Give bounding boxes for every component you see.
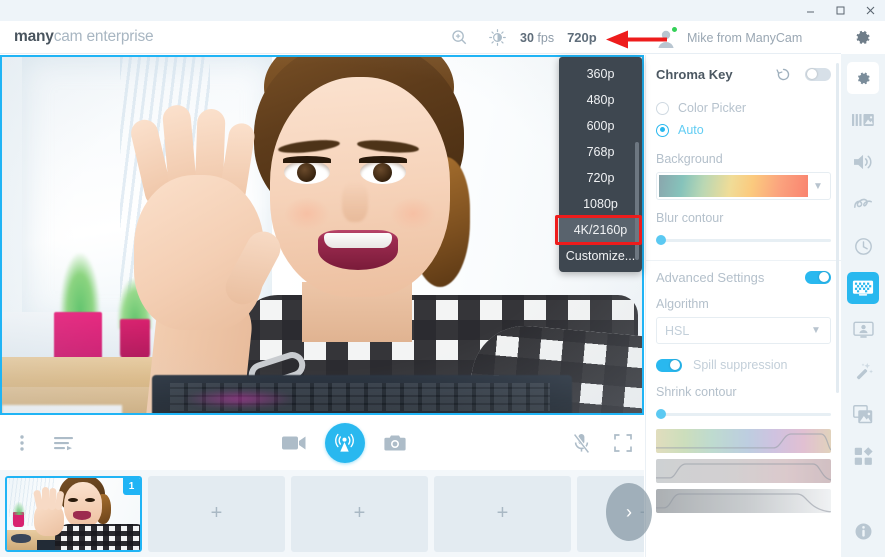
resolution-option-customize[interactable]: Customize... [559,243,642,269]
sidebar-item-draw[interactable] [847,188,879,220]
annotation-arrow [606,30,667,49]
sidebar-item-info[interactable] [847,515,879,547]
sidebar-item-presenter[interactable] [847,314,879,346]
sidebar-item-effects[interactable] [847,356,879,388]
slider-knob[interactable] [656,235,666,245]
algorithm-value: HSL [665,323,690,338]
fps-indicator[interactable]: 30 fps [516,31,558,45]
user-account[interactable]: Mike from ManyCam [655,21,802,54]
app-logo: manycam enterprise [14,28,154,46]
brightness-icon[interactable] [478,21,516,54]
close-button[interactable] [855,0,885,21]
blur-contour-slider[interactable] [656,231,831,249]
more-vertical-icon[interactable] [0,435,43,451]
video-preview[interactable] [0,55,644,415]
background-selector[interactable]: ▼ [656,172,831,200]
resolution-option-480p[interactable]: 480p [559,87,642,113]
sidebar-item-images[interactable] [847,398,879,430]
broadcast-icon[interactable] [324,423,365,463]
mode-option-color-picker[interactable]: Color Picker [656,97,831,119]
microphone-muted-icon[interactable] [560,433,603,453]
spill-suppression-row: Spill suppression [656,350,831,380]
preset-thumbnail-strip[interactable]: 1 + + + + [0,470,644,557]
manycam-window: manycam enterprise 30 fps 720p Mike from… [0,0,885,557]
advanced-settings-row: Advanced Settings [656,261,831,293]
add-preset-slot[interactable]: + [434,475,571,552]
shrink-contour-label: Shrink contour [656,385,737,399]
header-toolbar: 30 fps 720p [440,21,597,54]
shrink-contour-slider[interactable] [656,405,831,423]
spill-suppression-toggle[interactable] [656,358,682,372]
video-camera-icon[interactable] [272,435,315,451]
chevron-down-icon[interactable]: ▼ [808,181,828,192]
hue-range-curve[interactable] [656,429,831,453]
panel-scrollbar[interactable] [836,63,839,393]
add-preset-slot[interactable]: + [148,475,285,552]
radio-color-picker[interactable] [656,101,669,115]
sidebar-item-audio[interactable] [847,146,879,178]
resolution-option-360p[interactable]: 360p [559,61,642,87]
playback-control-bar [0,417,644,469]
mode-option-auto[interactable]: Auto [656,119,831,141]
chroma-key-toggle[interactable] [805,67,831,81]
radio-auto[interactable] [656,123,669,137]
minimize-button[interactable] [795,0,825,21]
app-header: manycam enterprise 30 fps 720p Mike from… [0,21,885,54]
slider-track[interactable] [656,235,831,245]
background-preview [659,175,808,197]
sidebar-item-scheduler[interactable] [847,230,879,262]
panel-header: Chroma Key [656,57,831,91]
logo-bold: many [14,28,54,45]
algorithm-label: Algorithm [656,297,709,311]
window-titlebar [0,0,885,21]
list-item[interactable]: 1 [5,475,142,552]
resolution-option-1080p[interactable]: 1080p [559,191,642,217]
background-label: Background [656,152,723,166]
broadcast-button[interactable] [315,423,373,463]
add-preset-slot[interactable]: + [291,475,428,552]
dropdown-scrollbar[interactable] [635,142,639,260]
chroma-key-panel: Chroma Key Color Picker Auto Background … [645,55,841,557]
page-title: Chroma Key [656,66,733,82]
resolution-option-720p[interactable]: 720p [559,165,642,191]
slider-knob[interactable] [656,409,666,419]
snapshot-icon[interactable] [374,434,417,452]
resolution-dropdown-menu[interactable]: 360p 480p 600p 768p 720p 1080p 4K/2160p … [559,57,642,272]
blur-contour-label: Blur contour [656,211,724,225]
settings-button[interactable] [841,21,885,54]
logo-light: cam enterprise [53,28,154,45]
algorithm-select[interactable]: HSL ▼ [656,317,831,344]
advanced-settings-toggle[interactable] [805,270,831,284]
chevron-down-icon[interactable]: ▼ [810,325,822,336]
fps-value: 30 [520,30,534,45]
online-status-dot [671,25,678,33]
resolution-option-600p[interactable]: 600p [559,113,642,139]
zoom-in-icon[interactable] [440,21,478,54]
slider-track[interactable] [656,409,831,419]
video-frame [2,57,642,413]
radio-label: Color Picker [678,101,747,115]
maximize-button[interactable] [825,0,855,21]
sidebar-item-settings[interactable] [847,62,879,94]
user-name: Mike from ManyCam [687,30,803,45]
fullscreen-icon[interactable] [603,434,644,452]
sidebar-item-apps[interactable] [847,440,879,472]
sidebar-item-chroma-key[interactable] [847,272,879,304]
resolution-option-4k[interactable]: 4K/2160p [559,217,642,243]
saturation-range-curve[interactable] [656,459,831,483]
lightness-range-curve[interactable] [656,489,831,513]
spill-suppression-label: Spill suppression [693,358,788,372]
playlist-icon[interactable] [43,436,84,451]
tools-sidebar [841,54,885,557]
preset-preview [7,477,140,550]
status-badge: 1 [123,477,140,495]
fps-unit: fps [537,30,555,45]
sidebar-item-video-layers[interactable] [847,104,879,136]
resolution-selector[interactable]: 720p [558,30,597,45]
radio-label: Auto [678,123,704,137]
advanced-settings-label: Advanced Settings [656,269,765,285]
next-presets-button[interactable]: › [606,483,652,541]
reset-icon[interactable] [776,67,791,82]
resolution-option-768p[interactable]: 768p [559,139,642,165]
